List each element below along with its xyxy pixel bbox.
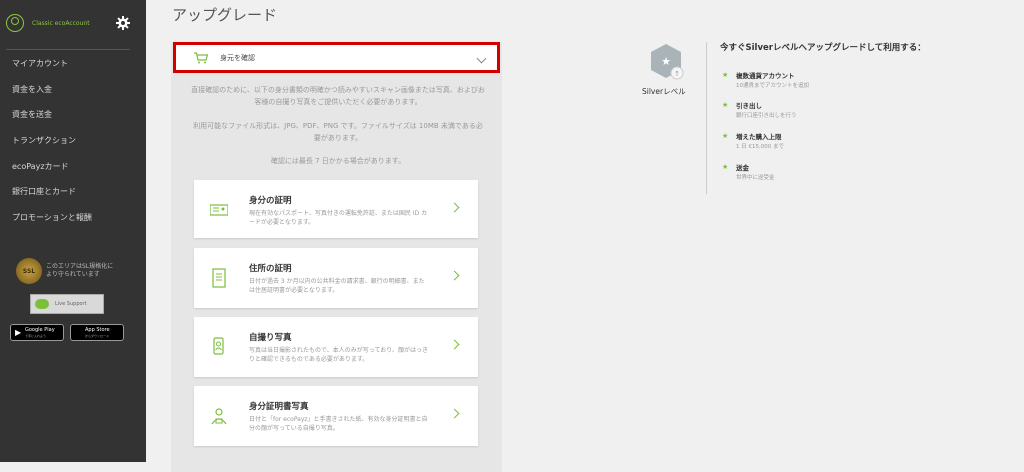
app-store-badge[interactable]: App Store からダウンロード — [70, 324, 124, 341]
doc-description: 写真は当日撮影されたもので、本人のみが写っており、顔がはっきりと確認できるもので… — [249, 347, 429, 363]
benefit-subtitle: 世界中に送受金 — [736, 175, 775, 181]
doc-description: 日付と「for ecoPayz」と手書きされた紙、有効な身分証明書と自分の顔が写… — [249, 416, 428, 432]
live-support-button[interactable]: Live Support — [30, 294, 104, 314]
sidebar-item-promotions[interactable]: プロモーションと報酬 — [12, 212, 92, 238]
benefit-title: 増えた購入上限 — [736, 133, 782, 141]
chat-bubble-icon — [35, 299, 49, 309]
account-header[interactable]: Classic ecoAccount — [6, 14, 90, 32]
account-name: Classic ecoAccount — [32, 19, 90, 27]
chevron-down-icon — [476, 53, 487, 64]
dropdown-label: 身元を確認 — [220, 53, 255, 62]
divider — [706, 42, 707, 194]
google-play-icon: ▶ — [15, 328, 22, 337]
verify-identity-dropdown[interactable]: 身元を確認 — [173, 42, 500, 73]
chevron-right-icon — [449, 339, 460, 350]
silver-level-badge-icon: ★ ↑ — [651, 44, 684, 80]
document-icon — [212, 268, 226, 288]
chevron-right-icon — [449, 270, 460, 281]
gear-icon[interactable] — [116, 16, 130, 30]
ssl-seal-icon: SSL — [16, 258, 42, 284]
benefits-heading: 今すぐSilverレベルへアップグレードして利用する： — [720, 43, 926, 53]
star-icon: ★ — [722, 101, 729, 109]
page-title: アップグレード — [172, 6, 278, 24]
sidebar-nav: マイアカウント 資金を入金 資金を送金 トランザクション ecoPayzカード … — [12, 58, 92, 238]
star-icon: ★ — [722, 71, 729, 79]
benefit-title: 複数通貨アカウント — [736, 72, 795, 80]
google-play-sublabel: で手に入れよう — [25, 333, 47, 338]
google-play-badge[interactable]: ▶ Google Play で手に入れよう — [10, 324, 64, 341]
doc-item-selfie[interactable]: 自撮り写真 写真は当日撮影されたもので、本人のみが写っており、顔がはっきりと確認… — [194, 317, 478, 377]
sidebar-item-bank[interactable]: 銀行口座とカード — [12, 186, 92, 212]
instruction-text: 直接確認のために、以下の身分書類の明確かつ読みやすいスキャン画像または写真、およ… — [191, 86, 485, 106]
doc-item-id-photo[interactable]: 身分証明書写真 日付と「for ecoPayz」と手書きされた紙、有効な身分証明… — [194, 386, 478, 446]
selfie-icon — [213, 337, 224, 355]
app-store-badges: ▶ Google Play で手に入れよう App Store からダウンロード — [10, 324, 124, 341]
benefit-subtitle: 銀行口座引き出しを行う — [736, 113, 797, 119]
chevron-right-icon — [449, 202, 460, 213]
sidebar-item-deposit[interactable]: 資金を入金 — [12, 84, 92, 110]
doc-description: 現在有効なパスポート、写真付きの運転免許証、または国民 ID カードが必要となり… — [249, 210, 428, 226]
cart-icon — [194, 51, 208, 63]
security-notice: SSL このエリアはSL規格化により守られています — [16, 258, 116, 284]
svg-text:↑: ↑ — [674, 70, 680, 78]
sidebar-item-transactions[interactable]: トランザクション — [12, 135, 92, 161]
star-icon: ★ — [722, 163, 729, 171]
benefit-title: 引き出し — [736, 102, 762, 110]
app-store-sublabel: からダウンロード — [85, 333, 110, 338]
sidebar-item-card[interactable]: ecoPayzカード — [12, 161, 92, 187]
sidebar-item-my-account[interactable]: マイアカウント — [12, 58, 92, 84]
doc-item-identity[interactable]: 身分の証明 現在有効なパスポート、写真付きの運転免許証、または国民 ID カード… — [194, 180, 478, 238]
file-format-text: 利用可能なファイル形式は、JPG、PDF、PNG です。ファイルサイズは 10M… — [193, 122, 483, 142]
doc-title: 自撮り写真 — [249, 333, 292, 343]
svg-text:★: ★ — [661, 55, 671, 68]
doc-title: 身分の証明 — [249, 196, 292, 206]
doc-title: 住所の証明 — [249, 264, 292, 274]
live-support-label: Live Support — [55, 301, 87, 307]
id-card-icon — [210, 204, 228, 216]
chevron-right-icon — [449, 408, 460, 419]
processing-time-text: 確認には最長 7 日かかる場合があります。 — [270, 157, 406, 165]
person-id-icon — [211, 408, 227, 425]
star-icon: ★ — [722, 132, 729, 140]
benefit-subtitle: 10通貨までアカウントを追加 — [736, 83, 809, 89]
benefit-subtitle: 1 日 €15,000 まで — [736, 144, 784, 150]
doc-title: 身分証明書写真 — [249, 402, 309, 412]
doc-item-address[interactable]: 住所の証明 日付が過去 3 か月以内の公共料金の請求書、銀行の明細書、または住居… — [194, 248, 478, 308]
sidebar-divider — [6, 49, 130, 50]
security-text: このエリアはSL規格化により守られています — [46, 263, 114, 278]
level-label: Silverレベル — [642, 87, 686, 96]
sidebar-item-send[interactable]: 資金を送金 — [12, 109, 92, 135]
avatar-icon — [6, 14, 24, 32]
benefit-title: 送金 — [736, 164, 749, 172]
doc-description: 日付が過去 3 か月以内の公共料金の請求書、銀行の明細書、または住居証明書が必要… — [249, 278, 425, 294]
sidebar: Classic ecoAccount マイアカウント 資金を入金 資金を送金 ト… — [0, 0, 146, 462]
